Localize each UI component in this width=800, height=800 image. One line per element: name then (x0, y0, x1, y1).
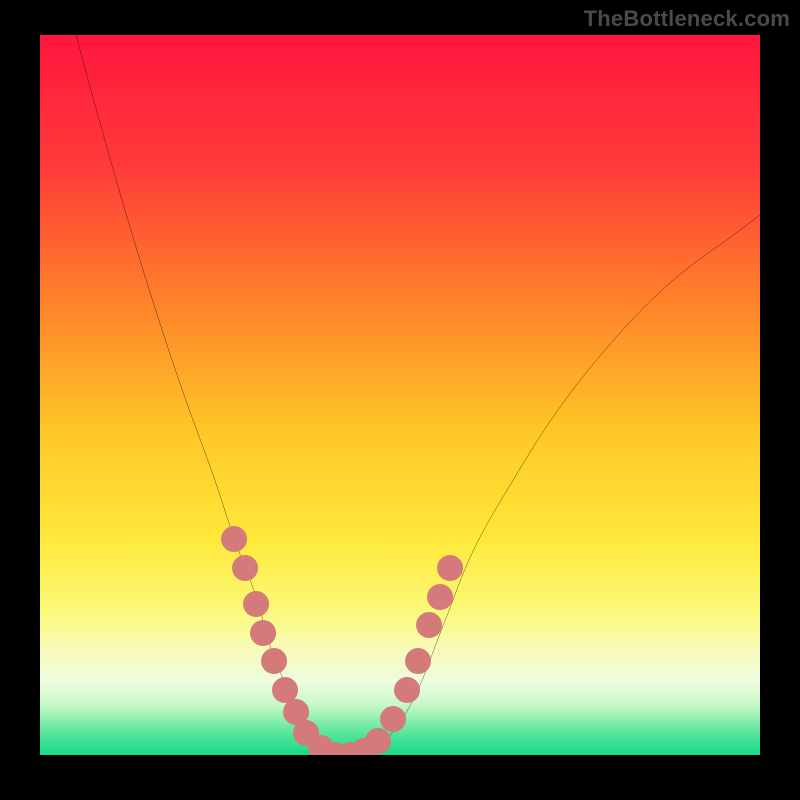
chart-plot (40, 35, 760, 755)
watermark-text: TheBottleneck.com (584, 6, 790, 32)
app-frame: TheBottleneck.com (0, 0, 800, 800)
chart-background-gradient (40, 35, 760, 755)
